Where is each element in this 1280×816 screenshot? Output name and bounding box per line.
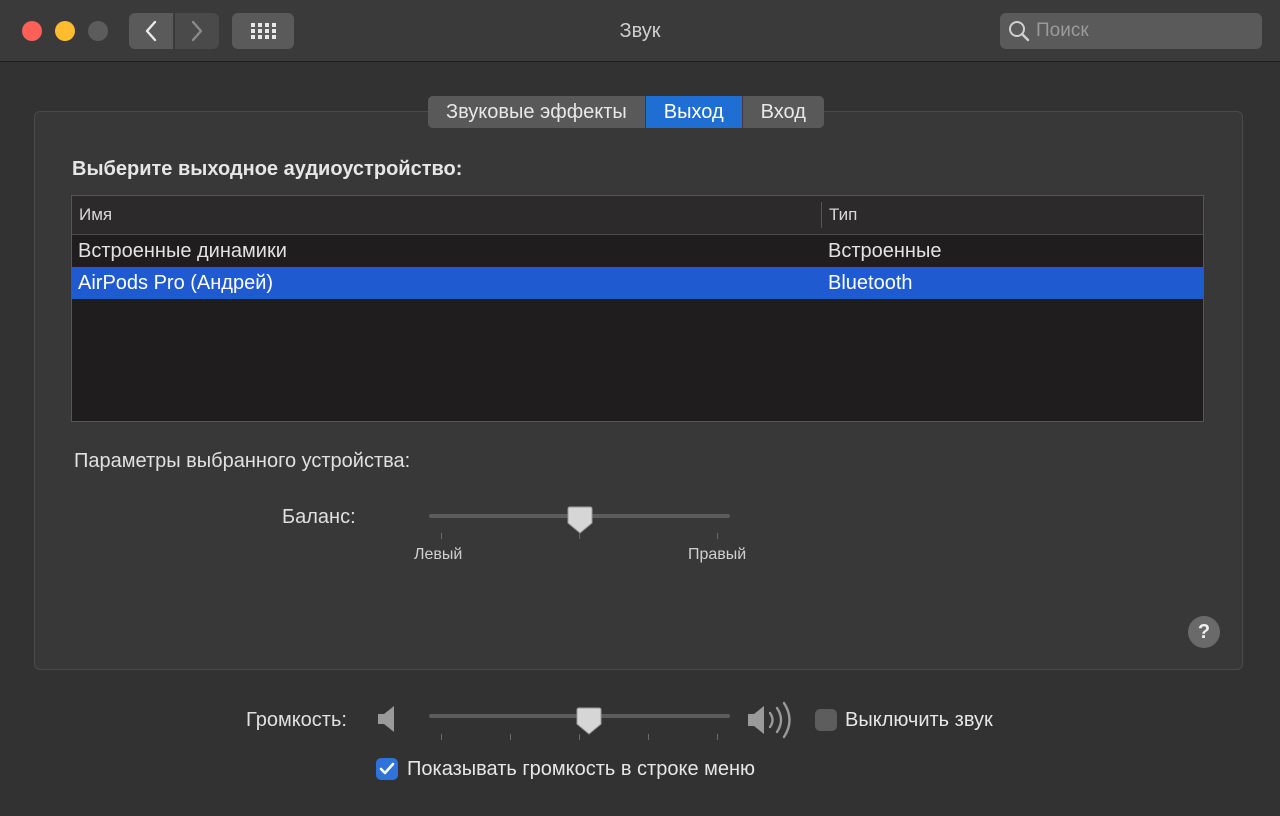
tab-output[interactable]: Выход xyxy=(645,96,743,128)
volume-tick xyxy=(648,734,649,740)
tab-sound-effects[interactable]: Звуковые эффекты xyxy=(428,96,646,128)
tab-bar: Звуковые эффекты Выход Вход xyxy=(428,96,824,128)
device-type: Встроенные xyxy=(828,240,942,262)
show-volume-in-menu-checkbox[interactable] xyxy=(376,758,398,780)
column-header-type[interactable]: Тип xyxy=(829,196,857,234)
device-params-label: Параметры выбранного устройства: xyxy=(74,450,411,472)
table-row[interactable]: Встроенные динамики Встроенные xyxy=(72,235,1203,267)
tab-input[interactable]: Вход xyxy=(742,96,824,128)
table-header: Имя Тип xyxy=(72,196,1203,235)
titlebar: Звук xyxy=(0,0,1280,62)
mute-checkbox[interactable] xyxy=(815,709,837,731)
search-icon xyxy=(1009,21,1030,42)
help-button[interactable]: ? xyxy=(1188,616,1220,648)
balance-tick xyxy=(717,533,718,539)
output-device-table[interactable]: Имя Тип Встроенные динамики Встроенные A… xyxy=(71,195,1204,422)
balance-right-label: Правый xyxy=(688,546,747,563)
show-volume-in-menu-label[interactable]: Показывать громкость в строке меню xyxy=(407,758,755,781)
device-name: Встроенные динамики xyxy=(78,240,287,262)
balance-tick xyxy=(441,533,442,539)
device-name: AirPods Pro (Андрей) xyxy=(78,272,274,294)
device-type: Bluetooth xyxy=(828,272,913,294)
balance-slider-thumb[interactable] xyxy=(567,505,593,535)
search-input[interactable] xyxy=(1036,20,1246,42)
speaker-high-icon xyxy=(748,701,791,739)
volume-label: Громкость: xyxy=(246,709,347,731)
volume-tick xyxy=(717,734,718,740)
volume-slider-thumb[interactable] xyxy=(576,706,602,736)
balance-left-label: Левый xyxy=(414,546,463,563)
output-device-heading: Выберите выходное аудиоустройство: xyxy=(72,158,463,180)
speaker-low-icon xyxy=(378,706,394,732)
table-row-selected[interactable]: AirPods Pro (Андрей) Bluetooth xyxy=(72,267,1203,299)
volume-tick xyxy=(510,734,511,740)
balance-label: Баланс: xyxy=(282,506,356,528)
sound-preferences-window: Звук Звуковые эффекты Выход Вход Выберит… xyxy=(0,0,1280,816)
volume-tick xyxy=(441,734,442,740)
mute-label[interactable]: Выключить звук xyxy=(845,709,993,732)
checkmark-icon xyxy=(379,762,395,775)
search-field[interactable] xyxy=(1000,13,1262,49)
column-divider xyxy=(821,202,822,228)
column-header-name[interactable]: Имя xyxy=(79,196,112,234)
